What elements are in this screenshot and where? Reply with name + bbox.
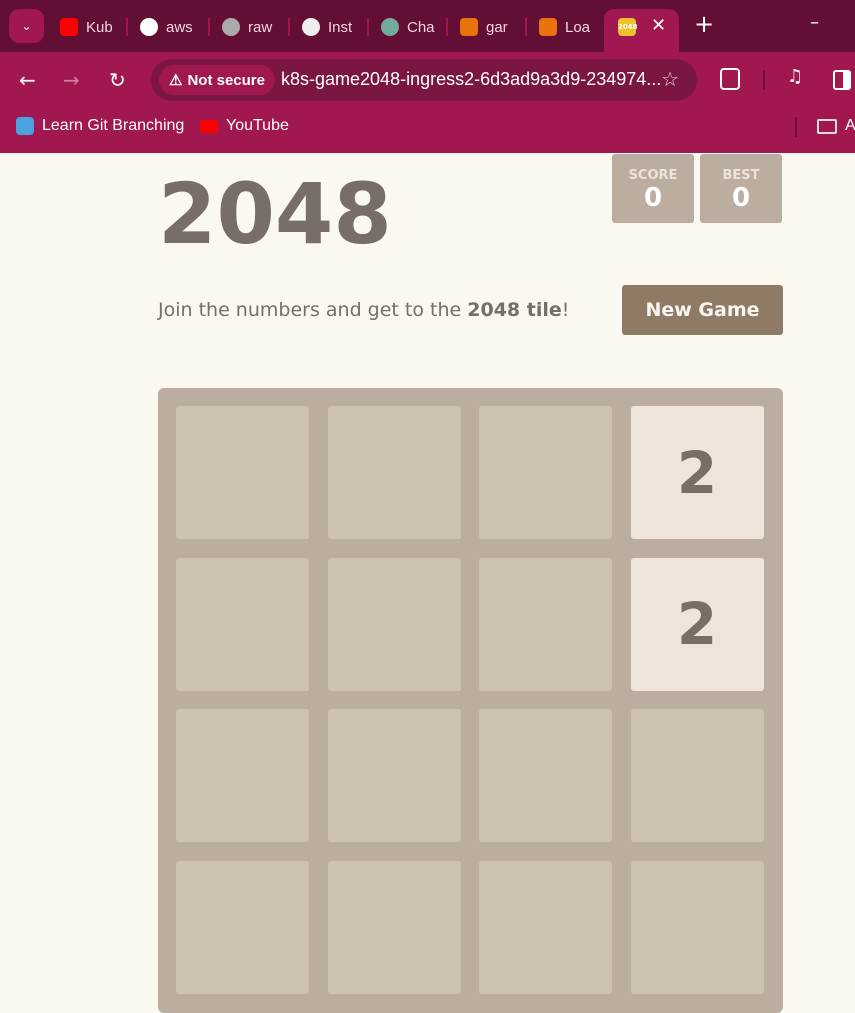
bookmark-learn-git-branching[interactable]: Learn Git Branching [16,117,184,135]
empty-cell [327,557,461,691]
best-box: BEST 0 [700,154,782,223]
tab-label: Loa [565,18,591,36]
new-tab-button[interactable]: + [694,10,714,38]
tab-label: Cha [407,18,435,36]
tab-active[interactable]: 2048 ✕ [604,9,679,52]
tab-0[interactable]: Kub [60,14,118,40]
empty-cell [630,709,764,842]
url-text[interactable]: k8s-game2048-ingress2-6d3ad9a3d9-234974.… [281,69,661,90]
bookmark-label: YouTube [226,117,289,134]
score-box: SCORE 0 [612,154,694,223]
intro-text: Join the numbers and get to the [158,299,468,321]
tab-label: Kub [86,18,113,36]
tab-separator [288,18,290,36]
new-game-button[interactable]: New Game [622,285,783,335]
tab-search-button[interactable]: ⌄ [9,9,44,43]
tile: 2 [630,557,764,691]
tab-3[interactable]: Inst [302,14,360,40]
address-bar[interactable]: ⚠ Not secure k8s-game2048-ingress2-6d3ad9… [151,59,697,101]
youtube-icon [200,119,218,133]
empty-cell [176,406,309,539]
media-control-icon[interactable]: ♫ [787,66,803,87]
back-button[interactable]: ← [19,68,36,92]
globe-icon [222,18,240,36]
game-2048-icon: 2048 [618,18,637,36]
folder-icon [817,118,837,134]
empty-cell [176,709,309,842]
tile: 2 [630,406,764,539]
security-chip[interactable]: ⚠ Not secure [159,65,275,95]
best-label: BEST [722,168,760,183]
security-label: Not secure [187,71,265,89]
tab-separator [367,18,369,36]
extensions-icon[interactable] [720,68,740,90]
score-label: SCORE [628,168,678,183]
tab-label: Inst [328,18,353,36]
side-panel-icon[interactable] [833,70,851,90]
empty-cell [327,709,461,842]
bookmark-label: A [845,117,855,134]
minimize-button[interactable]: – [810,12,819,33]
empty-cell [479,557,612,691]
tab-strip: ⌄ Kub aws raw Inst Cha gar Loa 2048 ✕ + – [0,0,855,52]
empty-cell [479,709,612,842]
reload-button[interactable]: ↻ [109,68,126,92]
warning-icon: ⚠ [169,72,183,89]
tab-label: gar [486,18,508,36]
bookmark-folder[interactable]: A [817,117,855,135]
youtube-icon [60,18,78,36]
bookmark-youtube[interactable]: YouTube [200,117,289,135]
best-value: 0 [731,183,751,213]
empty-cell [176,860,309,994]
aws-service-icon [460,18,478,36]
tab-4[interactable]: Cha [381,14,439,40]
chatgpt-icon [381,18,399,36]
empty-cell [630,860,764,994]
close-tab-icon[interactable]: ✕ [651,15,666,36]
chevron-down-icon: ⌄ [21,19,32,33]
bookmark-label: Learn Git Branching [42,117,185,134]
forward-button[interactable]: → [63,68,80,92]
bookmark-star-icon[interactable]: ☆ [661,67,679,91]
score-value: 0 [643,183,663,213]
intro-bold: 2048 tile [467,299,562,321]
terminal-icon [302,18,320,36]
tab-1[interactable]: aws [140,14,198,40]
tab-6[interactable]: Loa [539,14,597,40]
empty-cell [479,860,612,994]
intro-suffix: ! [561,299,570,321]
tab-5[interactable]: gar [460,14,518,40]
tab-separator [126,18,128,36]
empty-cell [327,406,461,539]
git-branching-icon [16,117,34,135]
tab-2[interactable]: raw [222,14,280,40]
game-board[interactable]: 22 [158,388,783,1013]
empty-cell [479,406,612,539]
game-title: 2048 [158,165,392,263]
tab-separator [525,18,527,36]
aws-loadbalancer-icon [539,18,557,36]
github-icon [140,18,158,36]
divider [763,70,765,90]
tab-separator [446,18,448,36]
tab-label: raw [248,18,273,36]
tab-label: aws [166,18,193,36]
divider [795,117,797,137]
empty-cell [327,860,461,994]
game-intro: Join the numbers and get to the 2048 til… [158,299,569,321]
tab-separator [208,18,210,36]
empty-cell [176,557,309,691]
